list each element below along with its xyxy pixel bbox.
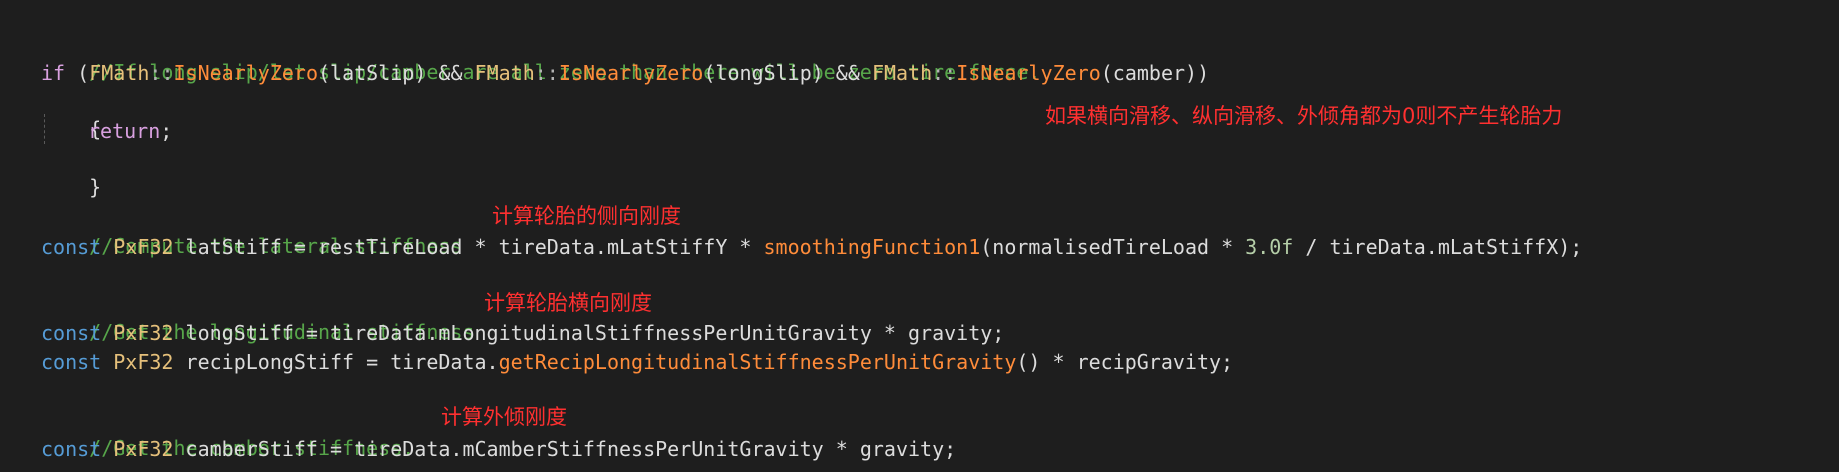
code-line-12: const PxF32 camberStiff = tireData.mCamb… — [41, 435, 956, 463]
function-isnearlyzero: IsNearlyZero — [558, 61, 704, 85]
keyword-if: if — [41, 61, 66, 85]
code-line-1: //If long slip/lat slip/camber are all z… — [41, 30, 1040, 84]
code-line-4: return; — [88, 117, 172, 145]
keyword-return: return — [88, 119, 161, 143]
code-line-5: } — [41, 145, 101, 199]
lat-stiff-expr-1: latStiff = restTireLoad * tireData.mLatS… — [173, 235, 764, 259]
brace-close: } — [89, 175, 102, 199]
long-stiff-expr: longStiff = tireData.mLongitudinalStiffn… — [173, 321, 1005, 345]
type-pxf32: PxF32 — [113, 321, 174, 345]
code-line-3: { — [41, 87, 101, 141]
keyword-const: const — [41, 235, 102, 259]
type-fmath: FMath — [89, 61, 150, 85]
type-fmath: FMath — [474, 61, 535, 85]
semicolon: ; — [160, 119, 173, 143]
recip-long-stiff-expr-2: () * recipGravity; — [1016, 350, 1234, 374]
arg-longslip: (longSlip) && — [703, 61, 872, 85]
code-line-11: //Get the camber stiffness. — [41, 406, 414, 460]
type-fmath: FMath — [871, 61, 933, 85]
indent-guide — [44, 114, 45, 144]
code-line-2: if (FMath::IsNearlyZero(latSlip) && FMat… — [41, 59, 1209, 87]
type-pxf32: PxF32 — [113, 437, 174, 461]
keyword-const: const — [41, 350, 102, 374]
function-getreciplongitudinalstiffness: getRecipLongitudinalStiffnessPerUnitGrav… — [498, 350, 1017, 374]
number-literal: 3.0f — [1245, 235, 1294, 259]
scope-operator: :: — [932, 61, 957, 85]
keyword-const: const — [41, 321, 102, 345]
keyword-const: const — [41, 437, 102, 461]
scope-operator: :: — [534, 61, 559, 85]
type-pxf32: PxF32 — [113, 350, 174, 374]
function-isnearlyzero: IsNearlyZero — [173, 61, 319, 85]
lat-stiff-expr-3: / tireData.mLatStiffX); — [1293, 235, 1583, 259]
code-line-10: const PxF32 recipLongStiff = tireData.ge… — [41, 348, 1233, 376]
code-line-7: const PxF32 latStiff = restTireLoad * ti… — [41, 233, 1582, 261]
code-line-8: //Get the longitudinal stiffness — [41, 290, 474, 344]
arg-latslip: (latSlip) && — [318, 61, 475, 85]
annotation-camber-stiffness: 计算外倾刚度 — [441, 405, 567, 429]
function-isnearlyzero: IsNearlyZero — [956, 61, 1101, 85]
type-pxf32: PxF32 — [113, 235, 174, 259]
annotation-lateral-stiffness: 计算轮胎的侧向刚度 — [492, 204, 681, 228]
annotation-zero-force: 如果横向滑移、纵向滑移、外倾角都为0则不产生轮胎力 — [1045, 104, 1563, 128]
recip-long-stiff-expr-1: recipLongStiff = tireData. — [173, 350, 499, 374]
open-paren: ( — [65, 61, 90, 85]
scope-operator: :: — [149, 61, 174, 85]
code-line-9: const PxF32 longStiff = tireData.mLongit… — [41, 319, 1004, 347]
code-line-6: //Compute the lateral stiffness — [41, 204, 462, 258]
camber-stiff-expr: camberStiff = tireData.mCamberStiffnessP… — [173, 437, 957, 461]
code-editor[interactable]: //If long slip/lat slip/camber are all z… — [0, 0, 1839, 472]
function-smoothingfunction1: smoothingFunction1 — [763, 235, 981, 259]
annotation-longitudinal-stiffness: 计算轮胎横向刚度 — [484, 291, 652, 315]
lat-stiff-expr-2: (normalisedTireLoad * — [980, 235, 1246, 259]
arg-camber: (camber)) — [1100, 61, 1210, 85]
